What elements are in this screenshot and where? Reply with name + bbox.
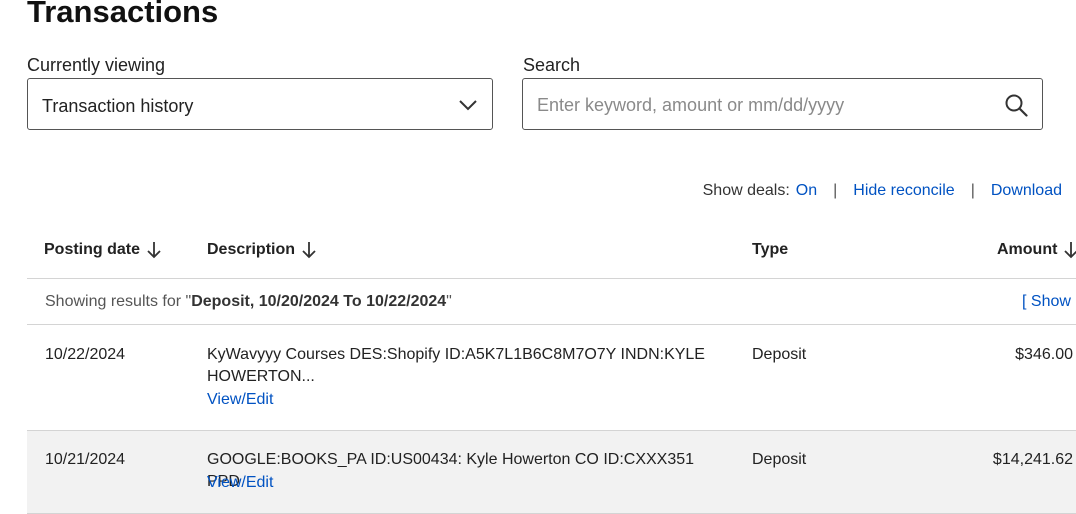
search-label: Search — [523, 55, 581, 75]
toolbar-separator: | — [970, 182, 975, 199]
column-header-posting-date[interactable]: Posting date — [44, 240, 162, 260]
row-description: KyWavyyy Courses DES:Shopify ID:A5K7L1B6… — [207, 346, 705, 385]
show-all-link[interactable]: [ Show a — [1022, 292, 1076, 312]
show-deals-toggle[interactable]: On — [796, 181, 817, 201]
table-toolbar: Show deals: On | Hide reconcile | Downlo… — [703, 181, 1062, 201]
column-header-label: Posting date — [44, 241, 141, 258]
column-header-amount[interactable]: Amount — [997, 240, 1076, 260]
currently-viewing-value: Transaction history — [42, 96, 194, 116]
table-row: 10/22/2024 KyWavyyy Courses DES:Shopify … — [27, 325, 1076, 431]
hide-reconcile-link[interactable]: Hide reconcile — [853, 181, 954, 201]
arrow-down-icon — [1064, 242, 1076, 259]
column-header-description[interactable]: Description — [207, 240, 317, 260]
row-amount: $14,241.62 — [992, 451, 1073, 468]
chevron-down-icon — [459, 100, 477, 111]
show-deals-label: Show deals: — [702, 182, 790, 199]
column-header-label: Description — [207, 241, 296, 258]
column-header-label: Amount — [997, 241, 1058, 258]
arrow-down-icon — [302, 242, 316, 259]
view-edit-link[interactable]: View/Edit — [207, 389, 273, 411]
filter-suffix: " — [446, 293, 452, 310]
table-header: Posting date Description Type Amount — [27, 226, 1076, 279]
column-header-label: Type — [752, 241, 789, 258]
row-amount: $346.00 — [1015, 346, 1073, 363]
row-date: 10/22/2024 — [45, 346, 126, 363]
filter-query: Deposit, 10/20/2024 To 10/22/2024 — [191, 293, 447, 310]
currently-viewing-select[interactable]: Transaction history — [27, 78, 493, 130]
search-input[interactable] — [537, 93, 977, 117]
arrow-down-icon — [147, 242, 161, 259]
filter-summary-row: Showing results for "Deposit, 10/20/2024… — [27, 279, 1076, 325]
table-row: 10/21/2024 GOOGLE:BOOKS_PA ID:US00434: K… — [27, 431, 1076, 514]
currently-viewing-label: Currently viewing — [27, 55, 166, 75]
row-type: Deposit — [752, 346, 807, 363]
row-date: 10/21/2024 — [45, 451, 126, 468]
search-box — [522, 78, 1043, 130]
toolbar-separator: | — [833, 182, 838, 199]
row-description: GOOGLE:BOOKS_PA ID:US00434: Kyle Howerto… — [207, 451, 695, 490]
column-header-type: Type — [752, 240, 788, 260]
view-edit-link[interactable]: View/Edit — [207, 472, 273, 494]
filter-summary: Showing results for "Deposit, 10/20/2024… — [45, 292, 452, 312]
download-link[interactable]: Download — [991, 181, 1062, 201]
search-icon[interactable] — [1004, 93, 1028, 117]
filter-prefix: Showing results for " — [45, 293, 192, 310]
page-title: Transactions — [27, 0, 219, 29]
row-type: Deposit — [752, 451, 807, 468]
